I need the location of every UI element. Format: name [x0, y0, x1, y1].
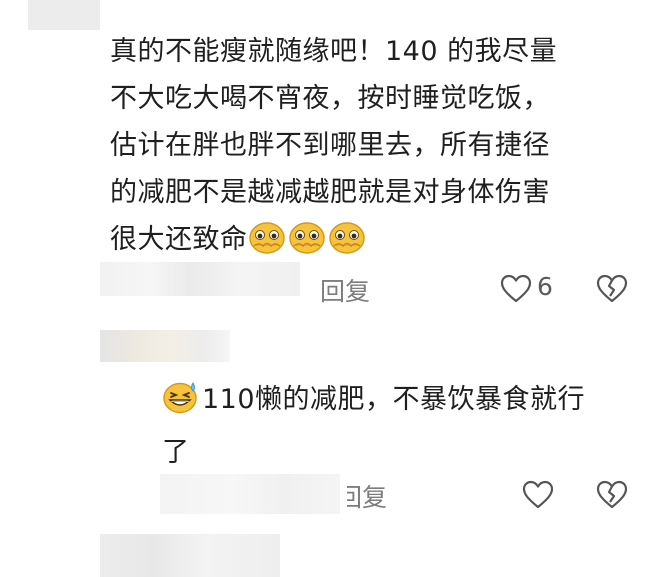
comment-line: 真的不能瘦就随缘吧！140 的我尽量 [110, 36, 558, 67]
comment-line: 不大吃大喝不宵夜，按时睡觉吃饭， [110, 83, 550, 114]
like-heart-icon[interactable] [500, 274, 532, 308]
redacted-reply-meta [160, 474, 340, 514]
redacted-reply-user-info [100, 330, 230, 362]
reply-line: 了 [162, 437, 190, 468]
reply-button[interactable]: 回复 [320, 272, 370, 308]
redacted-next-comment-avatar [100, 534, 280, 577]
reply-line: 110懒的减肥，不暴饮暴食就行 [202, 384, 586, 415]
dislike-broken-heart-icon[interactable] [596, 480, 628, 514]
pleading-face-icon [328, 220, 366, 269]
grinning-sweat-face-icon [162, 380, 200, 429]
pleading-face-icon [248, 220, 286, 269]
comment-line: 很大还致命 [110, 224, 248, 255]
like-count: 6 [537, 272, 553, 301]
comment-line: 的减肥不是越减越肥就是对身体伤害 [110, 177, 550, 208]
reply-body: 110懒的减肥，不暴饮暴食就行了 [162, 376, 632, 476]
redacted-avatar [28, 0, 100, 30]
pleading-face-icon [288, 220, 326, 269]
reply-button[interactable]: 回复 [347, 478, 387, 514]
comment-line: 估计在胖也胖不到哪里去，所有捷径 [110, 130, 550, 161]
dislike-broken-heart-icon[interactable] [596, 274, 628, 308]
comment-body: 真的不能瘦就随缘吧！140 的我尽量 不大吃大喝不宵夜，按时睡觉吃饭， 估计在胖也胖… [110, 28, 630, 269]
like-heart-icon[interactable] [522, 480, 554, 514]
